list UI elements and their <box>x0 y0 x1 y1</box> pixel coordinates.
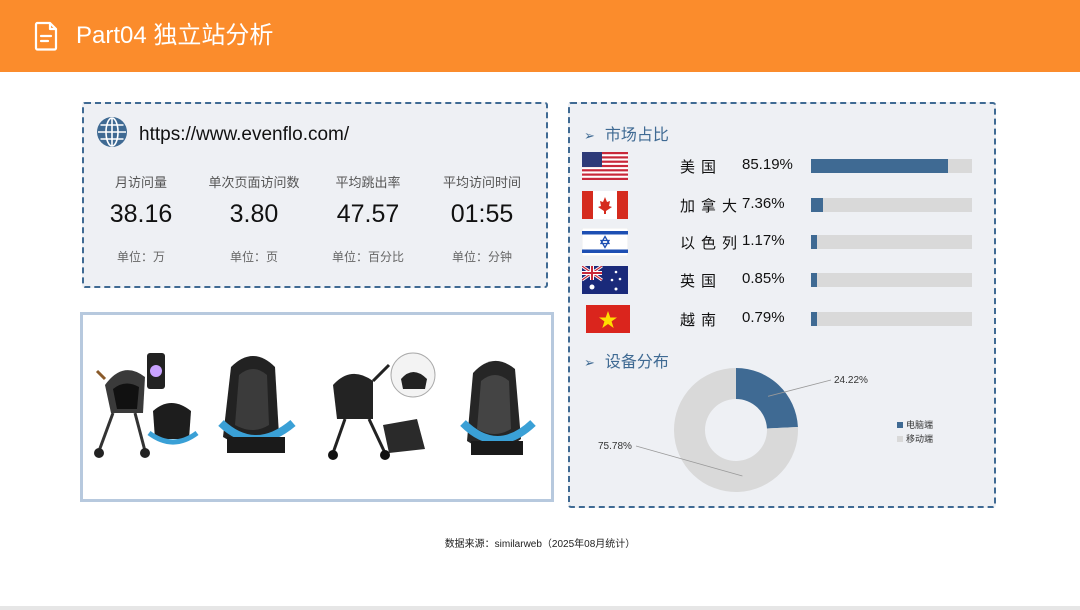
market-row-vietnam: 越南 0.79% <box>582 305 982 333</box>
israel-flag-icon <box>582 228 628 256</box>
travel-system-product <box>328 352 436 460</box>
country-percent: 7.36% <box>742 195 785 212</box>
share-bar-track <box>811 273 972 287</box>
share-bar-track <box>811 312 972 326</box>
metric-label: 单次页面访问数 <box>208 175 300 190</box>
vietnam-flag-icon <box>586 305 630 333</box>
country-percent: 85.19% <box>742 156 793 173</box>
market-row-usa: 美国 85.19% <box>582 152 982 180</box>
metric-pages-per-visit: 单次页面访问数 3.80 单位：页 <box>197 172 311 265</box>
section-title-text: 市场占比 <box>604 127 669 144</box>
metric-label: 平均跳出率 <box>335 175 401 190</box>
legend-swatch-desktop <box>897 422 903 428</box>
market-row-israel: 以色列 1.17% <box>582 228 982 256</box>
market-row-canada: 加拿大 7.36% <box>582 191 982 219</box>
header-bar: Part04 独立站分析 <box>0 0 1080 72</box>
market-device-panel: ➢ 市场占比 美国 85.19% 加拿大 7.36% 以色列 1.17% 英国 … <box>568 102 996 508</box>
country-percent: 0.79% <box>742 309 785 326</box>
share-bar-fill <box>811 273 818 287</box>
share-bar-track <box>811 235 972 249</box>
donut-slices <box>674 368 798 492</box>
stroller-product <box>94 353 199 458</box>
metric-label: 平均访问时间 <box>442 175 521 190</box>
document-icon <box>34 21 58 51</box>
metric-unit: 单位：页 <box>229 250 278 264</box>
metric-unit: 单位：分钟 <box>451 250 512 264</box>
country-percent: 0.85% <box>742 270 785 287</box>
usa-flag-icon <box>582 152 628 180</box>
page-title: Part04 独立站分析 <box>76 22 274 49</box>
market-share-section-title: ➢ 市场占比 <box>584 121 669 145</box>
data-label-desktop: 24.22% <box>834 375 868 386</box>
legend-swatch-mobile <box>897 436 903 442</box>
metric-value: 38.16 <box>109 200 173 228</box>
metric-unit: 单位：万 <box>116 250 165 264</box>
share-bar-fill <box>811 235 818 249</box>
metric-monthly-visits: 月访问量 38.16 单位：万 <box>84 172 198 265</box>
donut-slice-0 <box>736 368 798 429</box>
metric-value: 47.57 <box>336 200 400 228</box>
canada-flag-icon <box>582 191 628 219</box>
bottom-divider <box>0 606 1080 610</box>
metric-bounce-rate: 平均跳出率 47.57 单位：百分比 <box>311 172 425 265</box>
product-image-panel <box>80 312 554 502</box>
share-bar-fill <box>811 198 823 212</box>
legend-label-mobile: 移动端 <box>906 433 933 444</box>
site-overview-panel: https://www.evenflo.com/ 月访问量 38.16 单位：万… <box>82 102 548 288</box>
australia-flag-icon <box>582 266 628 294</box>
share-bar-track <box>811 198 972 212</box>
country-name: 越南 <box>680 312 723 329</box>
data-label-mobile: 75.78% <box>598 441 632 452</box>
metric-unit: 单位：百分比 <box>331 250 404 264</box>
market-row-uk: 英国 0.85% <box>582 266 982 294</box>
metric-value: 3.80 <box>229 200 279 228</box>
device-donut-chart: 24.22% 75.78% 电脑端 移动端 <box>598 368 933 492</box>
metric-label: 月访问量 <box>114 175 167 190</box>
share-bar-track <box>811 159 972 173</box>
share-bar-fill <box>811 159 949 173</box>
country-name: 英国 <box>680 273 723 290</box>
globe-icon <box>97 117 127 147</box>
country-name: 以色列 <box>680 235 744 252</box>
car-seat-product <box>218 356 296 453</box>
site-url[interactable]: https://www.evenflo.com/ <box>139 124 349 146</box>
data-source-note: 数据来源：similarweb（2025年08月统计） <box>444 539 636 550</box>
share-bar-fill <box>811 312 818 326</box>
country-name: 美国 <box>680 159 723 176</box>
metric-avg-visit-time: 平均访问时间 01:55 单位：分钟 <box>425 172 539 265</box>
convertible-seat-product <box>460 360 536 455</box>
chevron-right-icon: ➢ <box>584 128 595 143</box>
country-percent: 1.17% <box>742 232 785 249</box>
product-photos <box>94 352 536 460</box>
metric-value: 01:55 <box>450 200 514 228</box>
country-name: 加拿大 <box>680 198 744 215</box>
legend-label-desktop: 电脑端 <box>906 419 933 430</box>
